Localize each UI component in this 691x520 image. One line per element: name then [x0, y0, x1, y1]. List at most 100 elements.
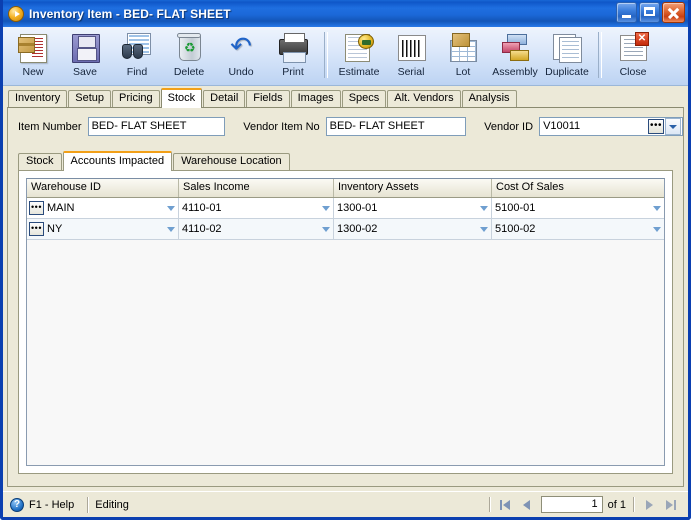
toolbar-button-find[interactable]: Find — [111, 30, 163, 78]
accounts-subtab-area: Stock Accounts Impacted Warehouse Locati… — [18, 150, 673, 474]
tab-analysis[interactable]: Analysis — [461, 90, 517, 107]
vendor-id-chevron-down-icon[interactable] — [665, 118, 681, 135]
cell-sales-income[interactable]: 4110-01 — [179, 198, 334, 218]
item-number-label: Item Number — [18, 120, 82, 133]
tab-detail[interactable]: Detail — [203, 90, 246, 107]
minimize-button[interactable] — [616, 2, 637, 23]
status-bar: ? F1 - Help Editing 1 of 1 — [3, 491, 688, 517]
toolbar-button-assembly[interactable]: Assembly — [489, 30, 541, 78]
last-record-button[interactable] — [660, 496, 682, 514]
binoculars-icon — [121, 32, 153, 63]
toolbar-button-lot[interactable]: Lot — [437, 30, 489, 78]
page-number-input[interactable]: 1 — [540, 496, 603, 513]
tab-setup[interactable]: Setup — [68, 90, 111, 107]
status-mode-label: Editing — [95, 498, 129, 511]
vendor-item-no-input[interactable]: BED- FLAT SHEET — [325, 117, 467, 136]
tab-fields[interactable]: Fields — [246, 90, 290, 107]
cost-of-sales-chevron-down-icon[interactable] — [650, 219, 664, 239]
tab-stock[interactable]: Stock — [160, 88, 203, 108]
nav-separator-right — [633, 497, 635, 512]
toolbar-label-estimate: Estimate — [338, 66, 380, 78]
tab-inventory[interactable]: Inventory — [8, 90, 68, 107]
toolbar-label-lot: Lot — [455, 66, 471, 78]
sales-income-chevron-down-icon[interactable] — [319, 198, 333, 218]
cell-warehouse-id[interactable]: ••• MAIN — [27, 198, 179, 218]
toolbar-button-estimate[interactable]: Estimate — [333, 30, 385, 78]
close-window-button[interactable] — [662, 2, 685, 23]
table-row[interactable]: ••• MAIN 4110-01 1300-01 5100-01 — [27, 198, 664, 219]
grid-column-inventory-assets[interactable]: Inventory Assets — [334, 179, 492, 197]
toolbar-button-save[interactable]: Save — [59, 30, 111, 78]
status-separator-1 — [87, 496, 90, 513]
table-row[interactable]: ••• NY 4110-02 1300-02 5100-02 — [27, 219, 664, 240]
cost-of-sales-value: 5100-02 — [495, 223, 536, 235]
close-document-icon: ✕ — [617, 32, 649, 63]
tab-pricing[interactable]: Pricing — [112, 90, 160, 107]
barcode-icon — [395, 32, 427, 63]
new-document-icon — [17, 32, 49, 63]
header-field-row: Item Number BED- FLAT SHEET Vendor Item … — [8, 108, 683, 136]
duplicate-pages-icon — [551, 32, 583, 63]
warehouse-lookup-icon[interactable]: ••• — [29, 222, 44, 236]
lot-box-grid-icon — [447, 32, 479, 63]
toolbar-button-undo[interactable]: ↶ Undo — [215, 30, 267, 78]
toolbar-button-print[interactable]: Print — [267, 30, 319, 78]
toolbar-separator-1 — [324, 32, 328, 78]
grid-column-cost-of-sales[interactable]: Cost Of Sales — [492, 179, 664, 197]
cell-sales-income[interactable]: 4110-02 — [179, 219, 334, 239]
title-bar: Inventory Item - BED- FLAT SHEET — [3, 0, 688, 27]
client-area: Inventory Setup Pricing Stock Detail Fie… — [3, 86, 688, 491]
toolbar-button-duplicate[interactable]: Duplicate — [541, 30, 593, 78]
toolbar-label-close: Close — [619, 66, 647, 78]
sales-income-chevron-down-icon[interactable] — [319, 219, 333, 239]
grid-header-row: Warehouse ID Sales Income Inventory Asse… — [27, 179, 664, 198]
tab-specs[interactable]: Specs — [341, 90, 387, 107]
warehouse-lookup-icon[interactable]: ••• — [29, 201, 44, 215]
estimate-seal-icon — [343, 32, 375, 63]
first-record-button[interactable] — [494, 496, 516, 514]
toolbar-button-new[interactable]: New — [7, 30, 59, 78]
assembly-layers-icon — [499, 32, 531, 63]
tab-images[interactable]: Images — [290, 90, 341, 107]
maximize-button[interactable] — [639, 2, 660, 23]
vendor-item-no-label: Vendor Item No — [243, 120, 320, 133]
cell-inventory-assets[interactable]: 1300-02 — [334, 219, 492, 239]
toolbar-label-save: Save — [73, 66, 97, 78]
warehouse-chevron-down-icon[interactable] — [164, 198, 178, 218]
warehouse-chevron-down-icon[interactable] — [164, 219, 178, 239]
next-record-button[interactable] — [638, 496, 660, 514]
toolbar-label-duplicate: Duplicate — [545, 66, 589, 78]
grid-column-warehouse-id[interactable]: Warehouse ID — [27, 179, 179, 197]
help-label: F1 - Help — [29, 498, 75, 511]
inventory-assets-chevron-down-icon[interactable] — [477, 219, 491, 239]
grid-column-sales-income[interactable]: Sales Income — [179, 179, 334, 197]
window-controls — [616, 2, 685, 23]
vendor-id-combo[interactable]: V10011 ••• — [539, 117, 683, 136]
toolbar-label-assembly: Assembly — [492, 66, 538, 78]
subtab-stock[interactable]: Stock — [18, 153, 62, 170]
subtab-accounts-impacted[interactable]: Accounts Impacted — [62, 151, 173, 171]
cost-of-sales-value: 5100-01 — [495, 202, 536, 214]
cost-of-sales-chevron-down-icon[interactable] — [650, 198, 664, 218]
accounts-impacted-grid: Warehouse ID Sales Income Inventory Asse… — [26, 178, 665, 466]
vendor-id-value: V10011 — [543, 120, 581, 132]
help-button[interactable]: ? F1 - Help — [5, 496, 81, 514]
item-number-input[interactable]: BED- FLAT SHEET — [87, 117, 226, 136]
toolbar-button-delete[interactable]: ♻ Delete — [163, 30, 215, 78]
previous-record-button[interactable] — [516, 496, 538, 514]
cell-warehouse-id[interactable]: ••• NY — [27, 219, 179, 239]
toolbar-button-close[interactable]: ✕ Close — [607, 30, 659, 78]
inventory-assets-chevron-down-icon[interactable] — [477, 198, 491, 218]
cell-cost-of-sales[interactable]: 5100-01 — [492, 198, 664, 218]
tab-alt-vendors[interactable]: Alt. Vendors — [387, 90, 461, 107]
accounts-impacted-panel: Warehouse ID Sales Income Inventory Asse… — [18, 170, 673, 474]
cell-inventory-assets[interactable]: 1300-01 — [334, 198, 492, 218]
toolbar-button-serial[interactable]: Serial — [385, 30, 437, 78]
cell-cost-of-sales[interactable]: 5100-02 — [492, 219, 664, 239]
toolbar-label-new: New — [22, 66, 44, 78]
inventory-assets-value: 1300-02 — [337, 223, 378, 235]
stock-tab-panel: Item Number BED- FLAT SHEET Vendor Item … — [7, 107, 684, 487]
vendor-id-lookup-icon[interactable]: ••• — [648, 119, 664, 134]
sub-tab-strip: Stock Accounts Impacted Warehouse Locati… — [18, 150, 673, 171]
subtab-warehouse-location[interactable]: Warehouse Location — [173, 153, 290, 170]
